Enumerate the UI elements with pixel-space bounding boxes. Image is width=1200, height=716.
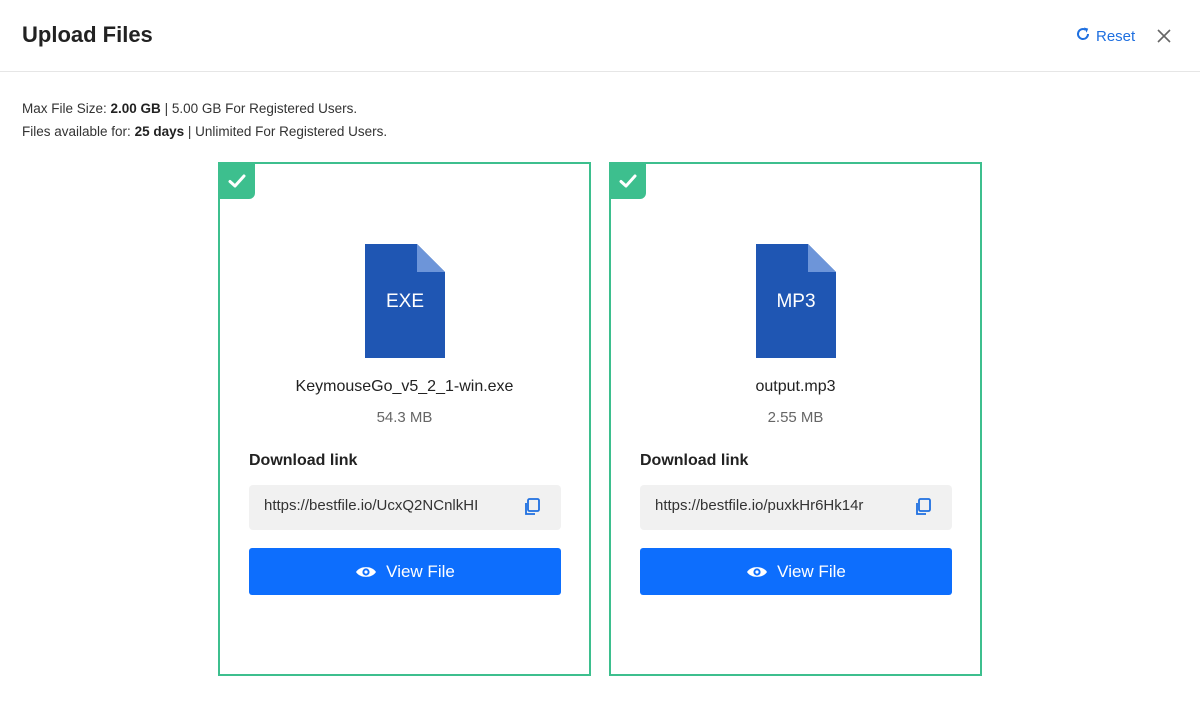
file-size: 2.55 MB <box>767 409 824 426</box>
view-file-button[interactable]: View File <box>640 548 952 595</box>
avail-suffix: | Unlimited For Registered Users. <box>184 124 388 139</box>
copy-icon[interactable] <box>521 496 543 518</box>
avail-value: 25 days <box>134 124 185 139</box>
file-type-label: MP3 <box>776 291 815 312</box>
check-icon <box>228 174 245 187</box>
eye-icon <box>747 566 768 577</box>
check-icon <box>619 174 636 187</box>
download-link-text[interactable]: https://bestfile.io/puxkHr6Hk14r <box>655 497 900 514</box>
file-type-label: EXE <box>386 291 424 312</box>
dialog-header: Upload Files Reset <box>0 0 1200 72</box>
upload-success-badge <box>218 162 255 199</box>
refresh-icon <box>1075 26 1091 46</box>
page-title: Upload Files <box>22 22 153 47</box>
availability-line: Files available for: 25 days | Unlimited… <box>22 120 387 143</box>
avail-prefix: Files available for: <box>22 124 135 139</box>
file-name: KeymouseGo_v5_2_1-win.exe <box>295 378 514 395</box>
max-size-prefix: Max File Size: <box>22 101 111 116</box>
file-icon: MP3 <box>756 244 836 358</box>
upload-limits-info: Max File Size: 2.00 GB | 5.00 GB For Reg… <box>22 97 387 143</box>
reset-button[interactable]: Reset <box>1075 25 1135 47</box>
download-link-field[interactable]: https://bestfile.io/puxkHr6Hk14r <box>640 485 952 530</box>
download-link-field[interactable]: https://bestfile.io/UcxQ2NCnlkHI <box>249 485 561 530</box>
file-card: MP3 output.mp3 2.55 MB Download link htt… <box>609 162 982 676</box>
view-file-label: View File <box>777 561 846 581</box>
reset-label: Reset <box>1096 27 1136 45</box>
close-icon <box>1157 29 1171 43</box>
upload-success-badge <box>609 162 646 199</box>
view-file-button[interactable]: View File <box>249 548 561 595</box>
file-size: 54.3 MB <box>376 409 433 426</box>
file-icon: EXE <box>365 244 445 358</box>
eye-icon <box>356 566 377 577</box>
max-size-value: 2.00 GB <box>110 101 161 116</box>
max-size-suffix: | 5.00 GB For Registered Users. <box>160 101 358 116</box>
download-link-text[interactable]: https://bestfile.io/UcxQ2NCnlkHI <box>264 497 509 514</box>
file-name: output.mp3 <box>755 378 836 395</box>
close-button[interactable] <box>1153 25 1175 47</box>
view-file-label: View File <box>386 561 455 581</box>
max-file-size-line: Max File Size: 2.00 GB | 5.00 GB For Reg… <box>22 97 387 120</box>
download-link-label: Download link <box>640 452 749 469</box>
download-link-label: Download link <box>249 452 358 469</box>
file-card: EXE KeymouseGo_v5_2_1-win.exe 54.3 MB Do… <box>218 162 591 676</box>
copy-icon[interactable] <box>912 496 934 518</box>
